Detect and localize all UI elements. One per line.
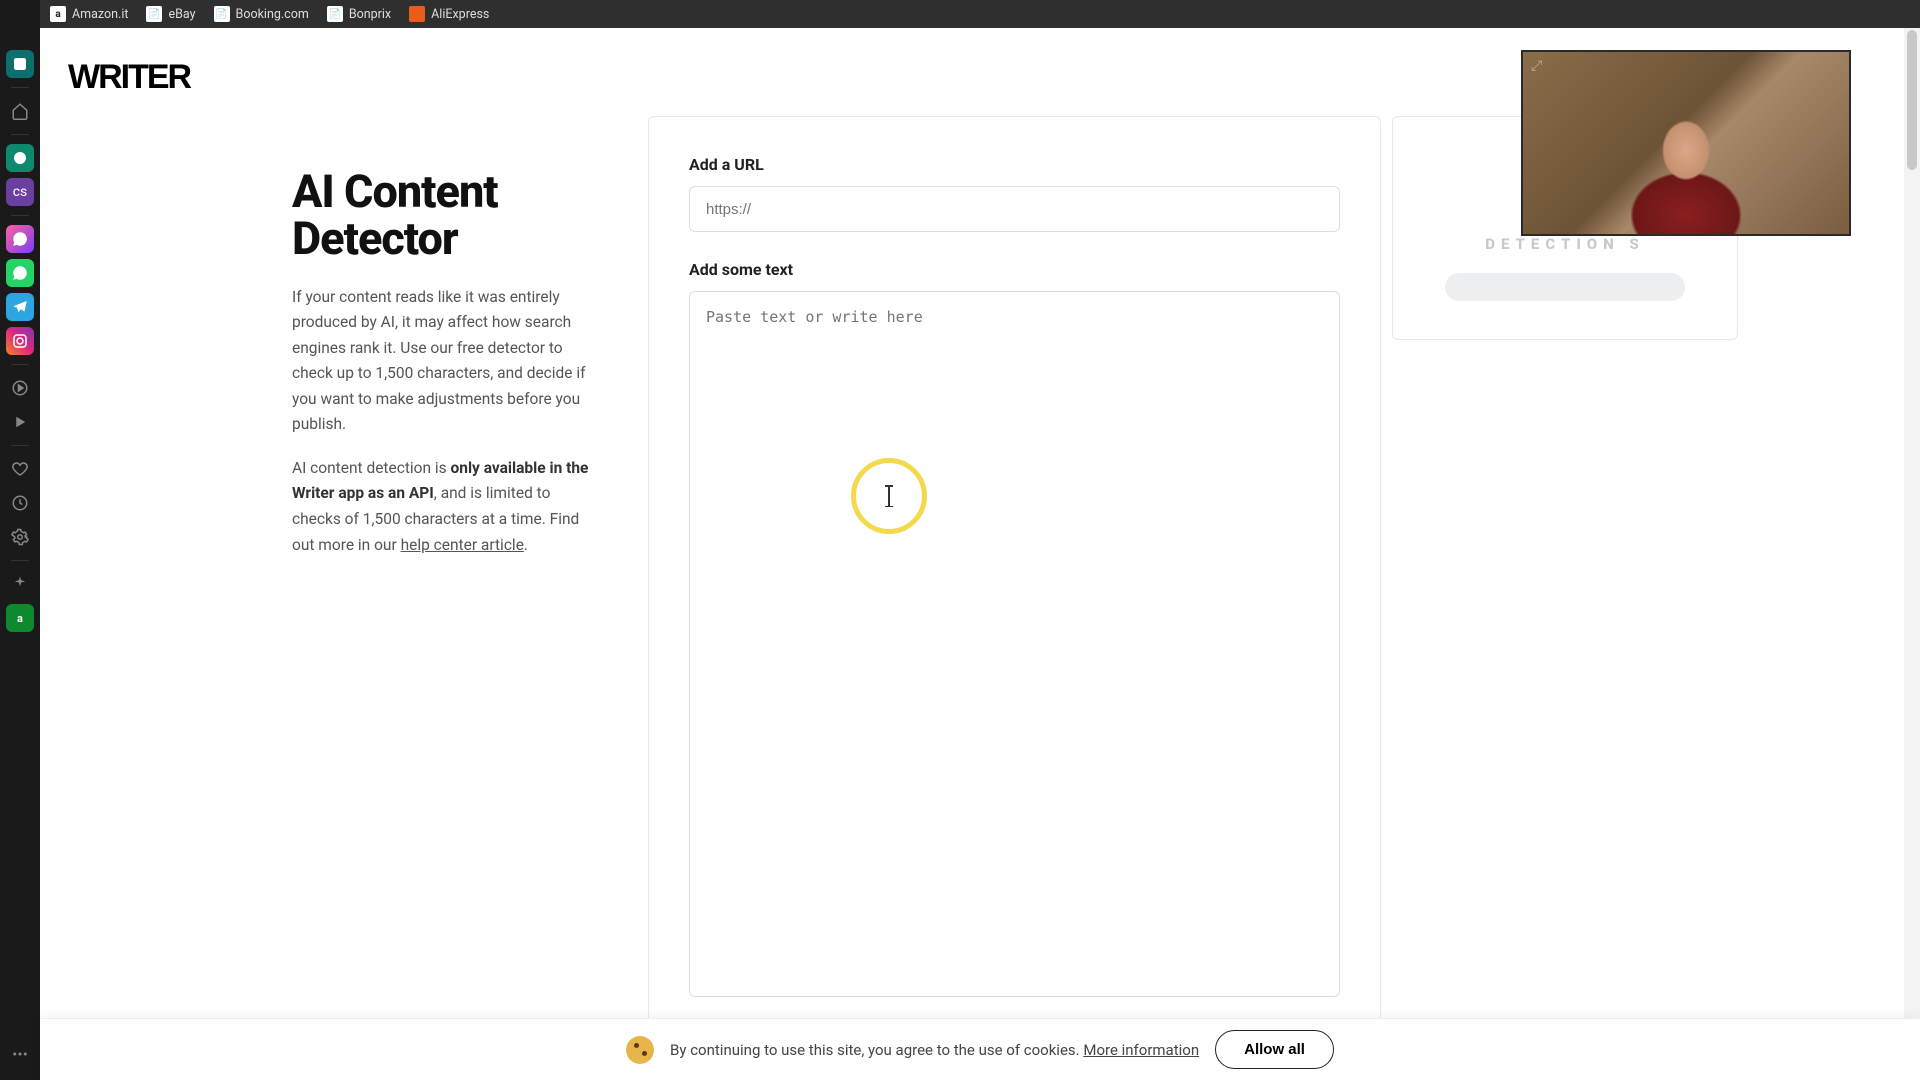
- bookmark-amazon[interactable]: a Amazon.it: [50, 6, 128, 22]
- rail-whatsapp-icon[interactable]: [6, 259, 34, 287]
- rail-history-icon[interactable]: [6, 489, 34, 517]
- bookmark-label: Amazon.it: [72, 7, 128, 22]
- rail-separator: [11, 87, 29, 88]
- rail-app1-icon[interactable]: [6, 144, 34, 172]
- browser-left-rail: cs a: [0, 0, 40, 1080]
- cookie-allow-button[interactable]: Allow all: [1215, 1030, 1334, 1069]
- url-input[interactable]: [689, 186, 1340, 232]
- rail-app3-icon[interactable]: a: [6, 604, 34, 632]
- text-input[interactable]: [689, 291, 1340, 997]
- bookmark-bonprix[interactable]: 📄 Bonprix: [327, 6, 391, 22]
- bookmark-amazon-icon: a: [50, 6, 66, 22]
- rail-separator: [11, 134, 29, 135]
- rail-messenger-icon[interactable]: [6, 225, 34, 253]
- rail-app2-icon[interactable]: cs: [6, 178, 34, 206]
- bookmark-label: AliExpress: [431, 7, 489, 22]
- writer-logo[interactable]: WRITER: [68, 58, 190, 97]
- detection-score-label: DETECTION S: [1423, 235, 1707, 253]
- document-icon: 📄: [214, 6, 230, 22]
- page-title: AI Content Detector: [292, 168, 602, 263]
- bookmark-aliexpress[interactable]: AliExpress: [409, 6, 489, 22]
- intro-column: AI Content Detector If your content read…: [292, 168, 602, 576]
- document-icon: 📄: [146, 6, 162, 22]
- rail-separator: [11, 445, 29, 446]
- rail-play-icon[interactable]: [6, 408, 34, 436]
- intro-paragraph-2: AI content detection is only available i…: [292, 456, 602, 558]
- intro-paragraph-1: If your content reads like it was entire…: [292, 285, 602, 438]
- rail-heart-icon[interactable]: [6, 455, 34, 483]
- bookmark-ebay[interactable]: 📄 eBay: [146, 6, 195, 22]
- rail-home-icon[interactable]: [6, 97, 34, 125]
- rail-separator: [11, 215, 29, 216]
- rail-sparkle-icon[interactable]: [6, 570, 34, 598]
- webcam-overlay: ⤢: [1521, 50, 1851, 236]
- detector-card: Add a URL Add some text Analyze text: [648, 116, 1381, 1080]
- expand-icon: ⤢: [1531, 58, 1542, 74]
- rail-telegram-icon[interactable]: [6, 293, 34, 321]
- rail-separator: [11, 364, 29, 365]
- document-icon: 📄: [327, 6, 343, 22]
- cookie-message: By continuing to use this site, you agre…: [670, 1041, 1083, 1059]
- rail-settings-icon[interactable]: [6, 523, 34, 551]
- bookmark-label: Booking.com: [236, 7, 309, 22]
- scrollbar-thumb[interactable]: [1907, 30, 1917, 170]
- cookie-icon: [626, 1036, 654, 1064]
- scrollbar[interactable]: [1904, 28, 1920, 1080]
- rail-instagram-icon[interactable]: [6, 327, 34, 355]
- intro-p2-prefix: AI content detection is: [292, 459, 451, 477]
- bookmark-label: eBay: [168, 7, 195, 22]
- intro-p2-end: .: [524, 536, 528, 554]
- cookie-text: By continuing to use this site, you agre…: [670, 1041, 1199, 1059]
- bookmarks-bar: a Amazon.it 📄 eBay 📄 Booking.com 📄 Bonpr…: [40, 0, 1920, 28]
- cookie-more-link[interactable]: More information: [1083, 1041, 1199, 1059]
- bookmark-aliexpress-icon: [409, 6, 425, 22]
- help-center-link[interactable]: help center article: [401, 536, 524, 554]
- bookmark-label: Bonprix: [349, 7, 391, 22]
- rail-separator: [11, 560, 29, 561]
- text-label: Add some text: [689, 260, 1340, 279]
- url-label: Add a URL: [689, 155, 1340, 174]
- rail-media-icon[interactable]: [6, 374, 34, 402]
- detection-bar: [1445, 273, 1685, 301]
- rail-more-icon[interactable]: [6, 1040, 34, 1068]
- cookie-banner: By continuing to use this site, you agre…: [40, 1018, 1920, 1080]
- rail-workspace-icon[interactable]: [6, 50, 34, 78]
- bookmark-booking[interactable]: 📄 Booking.com: [214, 6, 309, 22]
